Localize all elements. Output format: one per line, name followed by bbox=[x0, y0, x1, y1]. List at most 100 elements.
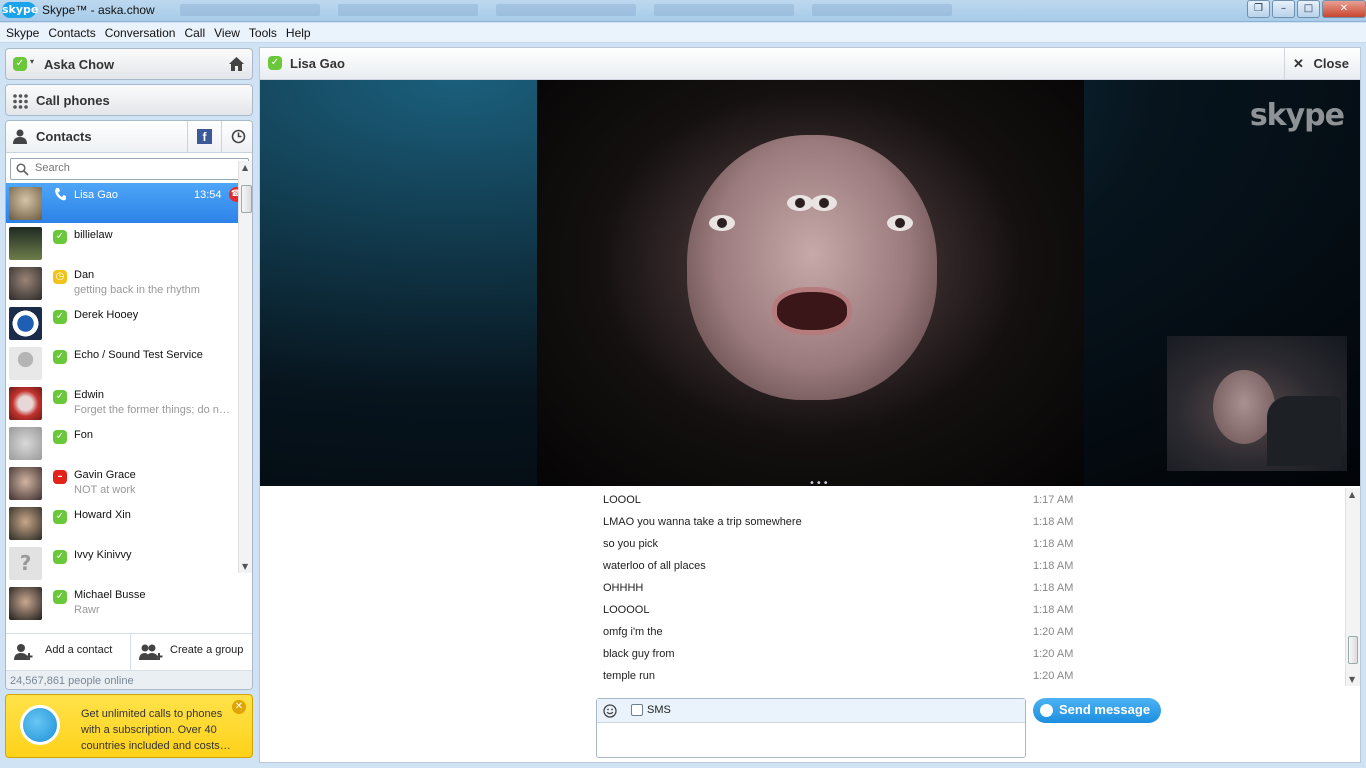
contacts-actions: Add a contact Create a group 24,567,861 … bbox=[6, 633, 252, 689]
conversation-title: Lisa Gao bbox=[290, 56, 345, 71]
contact-row-active-call[interactable]: Lisa Gao 13:54 ☎ bbox=[6, 183, 252, 223]
avatar bbox=[9, 427, 42, 460]
contact-name: billielaw bbox=[74, 229, 113, 241]
globe-icon bbox=[20, 705, 60, 745]
eye-icon bbox=[887, 215, 913, 231]
scroll-thumb[interactable] bbox=[1348, 636, 1358, 664]
list-item[interactable]: ✓ Michael Busse Rawr bbox=[6, 583, 238, 623]
chat-history: LOOOL 1:17 AM LMAO you wanna take a trip… bbox=[260, 488, 1360, 688]
close-window-button[interactable]: ✕ bbox=[1322, 0, 1366, 18]
eye-icon bbox=[709, 215, 735, 231]
add-contact-label: Add a contact bbox=[45, 644, 113, 656]
message-time: 1:20 AM bbox=[1033, 670, 1074, 682]
skype-watermark: skype bbox=[1249, 98, 1345, 133]
message-input[interactable] bbox=[601, 726, 1021, 754]
tab-facebook[interactable]: f bbox=[187, 121, 220, 153]
self-video-preview[interactable] bbox=[1167, 336, 1347, 471]
close-icon[interactable]: ✕ bbox=[232, 700, 246, 714]
tab-contacts[interactable]: Contacts bbox=[36, 129, 92, 144]
sms-label: SMS bbox=[647, 704, 671, 716]
search-box[interactable] bbox=[10, 158, 249, 180]
video-call-area[interactable]: skype ••• bbox=[260, 80, 1360, 489]
chat-bubble-icon bbox=[1040, 704, 1053, 717]
window-controls: ❐ – □ ✕ bbox=[1247, 0, 1366, 18]
sms-checkbox[interactable] bbox=[631, 704, 643, 716]
online-status-icon: ✓ bbox=[268, 56, 282, 70]
contacts-scrollbar[interactable]: ▲ ▼ bbox=[238, 161, 252, 573]
send-message-button[interactable]: Send message bbox=[1033, 698, 1161, 723]
close-conversation-button[interactable]: ✕ Close bbox=[1284, 48, 1360, 80]
search-input[interactable] bbox=[35, 162, 235, 174]
menu-call[interactable]: Call bbox=[184, 26, 205, 40]
contact-name: Gavin Grace bbox=[74, 469, 136, 481]
add-contact-button[interactable]: Add a contact bbox=[6, 634, 130, 670]
scroll-up-icon[interactable]: ▲ bbox=[1349, 490, 1355, 499]
chat-scrollbar[interactable]: ▲ ▼ bbox=[1345, 488, 1360, 686]
menu-tools[interactable]: Tools bbox=[249, 26, 277, 40]
list-item[interactable]: ✓ Howard Xin bbox=[6, 503, 238, 543]
list-item[interactable]: ✓ Edwin Forget the former things; do n… bbox=[6, 383, 238, 423]
contact-name: Edwin bbox=[74, 389, 104, 401]
menu-help[interactable]: Help bbox=[286, 26, 311, 40]
eye-icon bbox=[811, 195, 837, 211]
avatar bbox=[9, 227, 42, 260]
message-time: 1:17 AM bbox=[1033, 494, 1074, 506]
promo-banner[interactable]: Get unlimited calls to phones with a sub… bbox=[5, 694, 253, 758]
maximize-button[interactable]: □ bbox=[1297, 0, 1320, 18]
menu-view[interactable]: View bbox=[214, 26, 240, 40]
list-item[interactable]: ✓ Derek Hooey bbox=[6, 303, 238, 343]
away-status-icon: ◷ bbox=[53, 270, 67, 284]
status-dropdown-icon[interactable]: ▾ bbox=[30, 57, 34, 66]
contact-mood: getting back in the rhythm bbox=[74, 284, 200, 296]
list-item[interactable]: ✓ billielaw bbox=[6, 223, 238, 263]
list-item[interactable]: ✓ Fon bbox=[6, 423, 238, 463]
scroll-down-icon[interactable]: ▼ bbox=[1349, 675, 1355, 684]
menu-conversation[interactable]: Conversation bbox=[105, 26, 176, 40]
call-phones-button[interactable]: Call phones bbox=[5, 84, 253, 116]
message-text: so you pick bbox=[603, 538, 659, 550]
message-text: LMAO you wanna take a trip somewhere bbox=[603, 516, 802, 528]
profile-name[interactable]: Aska Chow bbox=[44, 57, 114, 72]
menu-contacts[interactable]: Contacts bbox=[48, 26, 95, 40]
message-text: LOOOOL bbox=[603, 604, 650, 616]
avatar bbox=[9, 467, 42, 500]
home-icon[interactable] bbox=[228, 56, 245, 72]
message-text: temple run bbox=[603, 670, 655, 682]
tab-recent[interactable] bbox=[221, 121, 252, 153]
contact-name: Fon bbox=[74, 429, 93, 441]
list-item[interactable]: ? ✓ Ivvy Kinivvy bbox=[6, 543, 238, 583]
list-item[interactable]: – Gavin Grace NOT at work bbox=[6, 463, 238, 503]
window-title: Skype™ - aska.chow bbox=[42, 3, 155, 17]
close-label: Close bbox=[1313, 56, 1349, 71]
profile-bar[interactable]: ✓ ▾ Aska Chow bbox=[5, 48, 253, 80]
avatar bbox=[9, 267, 42, 300]
create-group-button[interactable]: Create a group bbox=[131, 634, 252, 670]
facebook-icon: f bbox=[197, 129, 212, 144]
scroll-down-icon[interactable]: ▼ bbox=[242, 562, 248, 571]
create-group-label: Create a group bbox=[170, 644, 244, 656]
scroll-thumb[interactable] bbox=[241, 185, 252, 213]
online-status-icon[interactable]: ✓ bbox=[13, 57, 27, 71]
avatar bbox=[9, 387, 42, 420]
busy-status-icon: – bbox=[53, 470, 67, 484]
list-item[interactable]: ✓ Echo / Sound Test Service bbox=[6, 343, 238, 383]
scroll-up-icon[interactable]: ▲ bbox=[242, 163, 248, 172]
call-phones-label: Call phones bbox=[36, 93, 110, 108]
contact-name: Howard Xin bbox=[74, 509, 131, 521]
skype-logo-icon: skype bbox=[2, 2, 39, 18]
left-panel: ✓ ▾ Aska Chow Call phones Contacts f Sea… bbox=[0, 44, 258, 768]
unknown-avatar-icon: ? bbox=[9, 547, 42, 580]
avatar bbox=[9, 307, 42, 340]
message-text: LOOOL bbox=[603, 494, 641, 506]
message-time: 1:18 AM bbox=[1033, 560, 1074, 572]
person-icon bbox=[13, 129, 27, 144]
message-compose-box[interactable]: SMS bbox=[596, 698, 1026, 758]
list-item[interactable]: ◷ Dan getting back in the rhythm bbox=[6, 263, 238, 303]
title-bar: skype Skype™ - aska.chow ❐ – □ ✕ bbox=[0, 0, 1366, 22]
sms-toggle[interactable]: SMS bbox=[631, 704, 671, 716]
restore-icon[interactable]: ❐ bbox=[1247, 0, 1270, 18]
menu-skype[interactable]: Skype bbox=[6, 26, 39, 40]
minimize-button[interactable]: – bbox=[1272, 0, 1295, 18]
emoticon-icon[interactable] bbox=[603, 704, 617, 718]
online-status-icon: ✓ bbox=[53, 510, 67, 524]
